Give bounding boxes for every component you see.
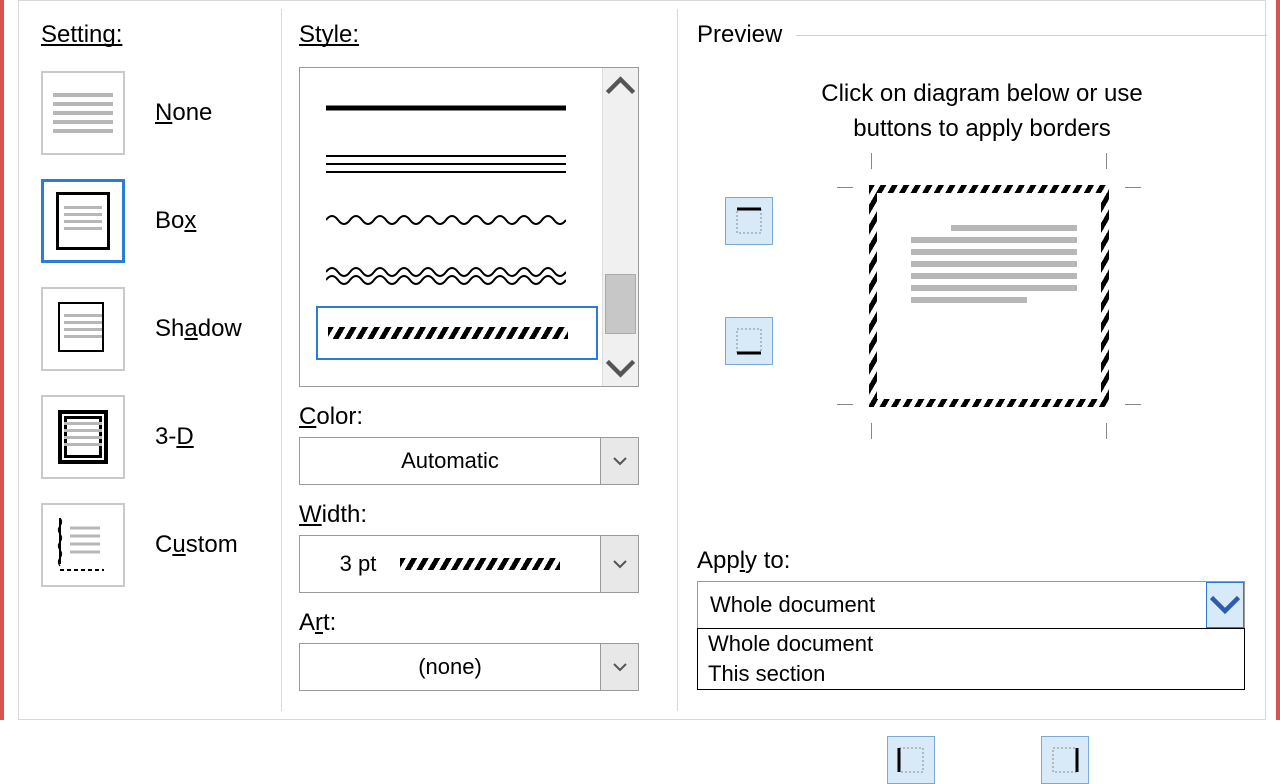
setting-shadow-thumb-icon [41,287,125,371]
style-option-wavy[interactable] [316,194,598,246]
scroll-down-button[interactable] [603,350,638,386]
style-option-diagonal-hatch[interactable] [316,306,598,360]
chevron-down-icon [603,357,638,379]
art-combobox[interactable]: (none) [299,643,639,691]
preview-diagram [697,177,1267,437]
scroll-track[interactable] [603,104,638,350]
width-value: 3 pt [300,551,600,577]
setting-none[interactable]: None [41,71,271,155]
width-label: Width: [299,501,659,529]
border-left-icon [896,745,926,775]
setting-custom[interactable]: Custom [41,503,271,587]
style-option-triple-thin[interactable] [316,138,598,190]
apply-to-option[interactable]: This section [698,659,1244,689]
apply-to-option[interactable]: Whole document [698,629,1244,659]
apply-to-dropdown-button[interactable] [1206,582,1244,628]
line-sample-icon [326,98,566,118]
chevron-up-icon [603,75,638,97]
setting-heading: Setting: [41,21,271,49]
divider [796,35,1267,36]
art-dropdown-button[interactable] [600,644,638,690]
apply-to-dropdown-list[interactable]: Whole document This section [697,628,1245,690]
borders-and-shading-dialog: Setting: None [18,0,1266,720]
setting-none-label: None [155,99,212,127]
style-scrollbar[interactable] [602,68,638,386]
art-value: (none) [300,654,600,680]
style-section: Style: [299,21,659,691]
style-heading: Style: [299,21,659,49]
setting-box[interactable]: Box [41,179,271,263]
scroll-thumb[interactable] [605,274,636,334]
apply-to-section: Apply to: Whole document Whole document … [697,547,1267,690]
style-option-double-wavy[interactable] [316,250,598,302]
color-dropdown-button[interactable] [600,438,638,484]
setting-3d-label: 3-D [155,423,194,451]
setting-option-list: None Box [41,71,271,587]
setting-3d[interactable]: 3-D [41,395,271,479]
border-bottom-button[interactable] [725,317,773,365]
color-combobox[interactable]: Automatic [299,437,639,485]
border-bottom-icon [734,326,764,356]
apply-to-label: Apply to: [697,547,1267,575]
divider [281,9,282,711]
setting-3d-thumb-icon [41,395,125,479]
border-top-button[interactable] [725,197,773,245]
preview-caption: Click on diagram below or use buttons to… [697,77,1267,147]
apply-to-combobox[interactable]: Whole document [697,581,1245,629]
setting-shadow-label: Shadow [155,315,242,343]
setting-shadow[interactable]: Shadow [41,287,271,371]
setting-box-label: Box [155,207,196,235]
setting-section: Setting: None [41,21,271,611]
border-top-icon [734,206,764,236]
border-right-button[interactable] [1041,736,1089,784]
chevron-down-icon [1207,593,1243,616]
setting-custom-label: Custom [155,531,238,559]
width-combobox[interactable]: 3 pt [299,535,639,593]
divider [677,9,678,711]
line-sample-icon [326,266,566,286]
style-listbox[interactable] [299,67,639,387]
line-sample-icon [326,212,566,228]
color-value: Automatic [300,448,600,474]
setting-none-thumb-icon [41,71,125,155]
setting-custom-thumb-icon [41,503,125,587]
preview-section: Preview Click on diagram below or use bu… [697,21,1267,690]
chevron-down-icon [612,662,628,672]
page-preview[interactable] [855,171,1123,421]
border-left-button[interactable] [887,736,935,784]
setting-box-thumb-icon [41,179,125,263]
apply-to-value: Whole document [698,592,1206,618]
line-sample-icon [326,152,566,176]
preview-horizontal-buttons [697,451,1267,511]
style-option-solid-thick[interactable] [316,82,598,134]
chevron-down-icon [612,559,628,569]
page-text-icon [911,219,1077,309]
line-sample-icon [328,327,568,339]
preview-heading: Preview [697,21,782,49]
chevron-down-icon [612,456,628,466]
style-scroll-viewport [300,68,602,386]
border-right-icon [1050,745,1080,775]
width-dropdown-button[interactable] [600,536,638,592]
scroll-up-button[interactable] [603,68,638,104]
art-label: Art: [299,609,659,637]
width-sample-icon [400,558,560,570]
color-label: Color: [299,403,659,431]
